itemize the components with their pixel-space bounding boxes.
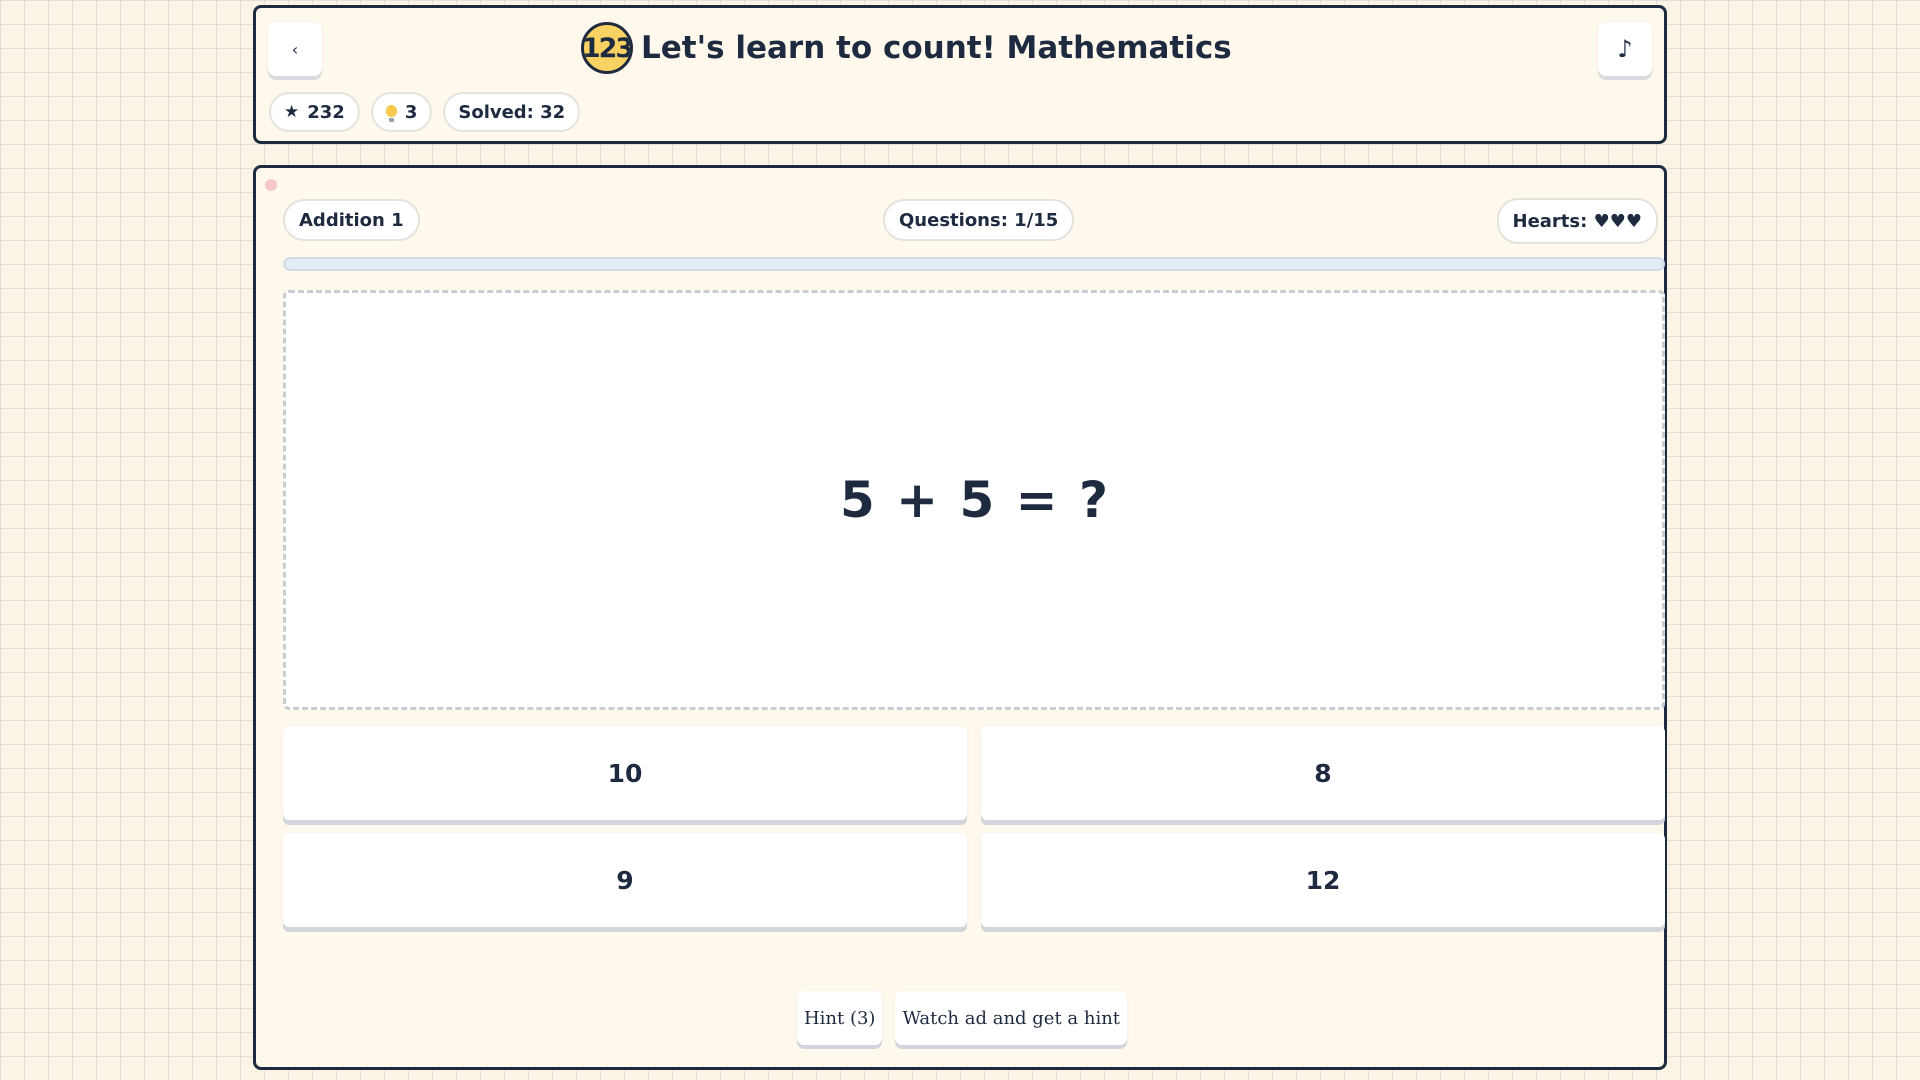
lightbulb-icon	[385, 104, 397, 122]
hearts-label: Hearts: ♥♥♥	[1512, 210, 1643, 232]
title-area: 123 Let's learn to count! Mathematics	[581, 22, 1232, 74]
watch-ad-hint-button[interactable]: Watch ad and get a hint	[895, 991, 1128, 1045]
app-logo: 123	[581, 22, 633, 74]
stars-count: 232	[307, 101, 345, 123]
hints-badge: 3	[370, 92, 433, 132]
status-dot	[265, 179, 277, 191]
page-title: Let's learn to count! Mathematics	[641, 30, 1232, 66]
back-arrow-icon: ‹	[291, 39, 299, 59]
question-area: 5 + 5 = ?	[283, 290, 1665, 710]
star-icon: ★	[284, 102, 300, 122]
logo-text: 123	[581, 32, 633, 64]
level-label: Addition 1	[299, 209, 404, 231]
stars-badge: ★ 232	[269, 92, 360, 132]
answer-options: 10 8 9 12	[283, 726, 1665, 927]
solved-badge: Solved: 32	[443, 92, 581, 132]
music-note-icon: ♪	[1617, 35, 1633, 63]
hint-actions: Hint (3) Watch ad and get a hint	[256, 991, 1664, 1045]
back-button[interactable]: ‹	[268, 22, 322, 76]
music-toggle-button[interactable]: ♪	[1598, 22, 1652, 76]
answer-option-3[interactable]: 9	[283, 833, 967, 927]
answer-option-2[interactable]: 8	[981, 726, 1665, 820]
questions-counter: Questions: 1/15	[883, 199, 1075, 241]
question-text: 5 + 5 = ?	[839, 471, 1108, 529]
level-badge: Addition 1	[283, 199, 420, 241]
answer-option-4[interactable]: 12	[981, 833, 1665, 927]
game-card: Addition 1 Questions: 1/15 Hearts: ♥♥♥ 5…	[253, 165, 1667, 1070]
questions-label: Questions: 1/15	[899, 209, 1059, 231]
solved-count: Solved: 32	[458, 101, 566, 123]
hints-count: 3	[404, 101, 418, 123]
stats-row: ★ 232 3 Solved: 32	[269, 92, 581, 132]
header-card: ‹ 123 Let's learn to count! Mathematics …	[253, 5, 1667, 144]
progress-bar	[283, 257, 1665, 271]
hearts-badge: Hearts: ♥♥♥	[1496, 198, 1658, 244]
hint-button[interactable]: Hint (3)	[796, 991, 883, 1045]
answer-option-1[interactable]: 10	[283, 726, 967, 820]
